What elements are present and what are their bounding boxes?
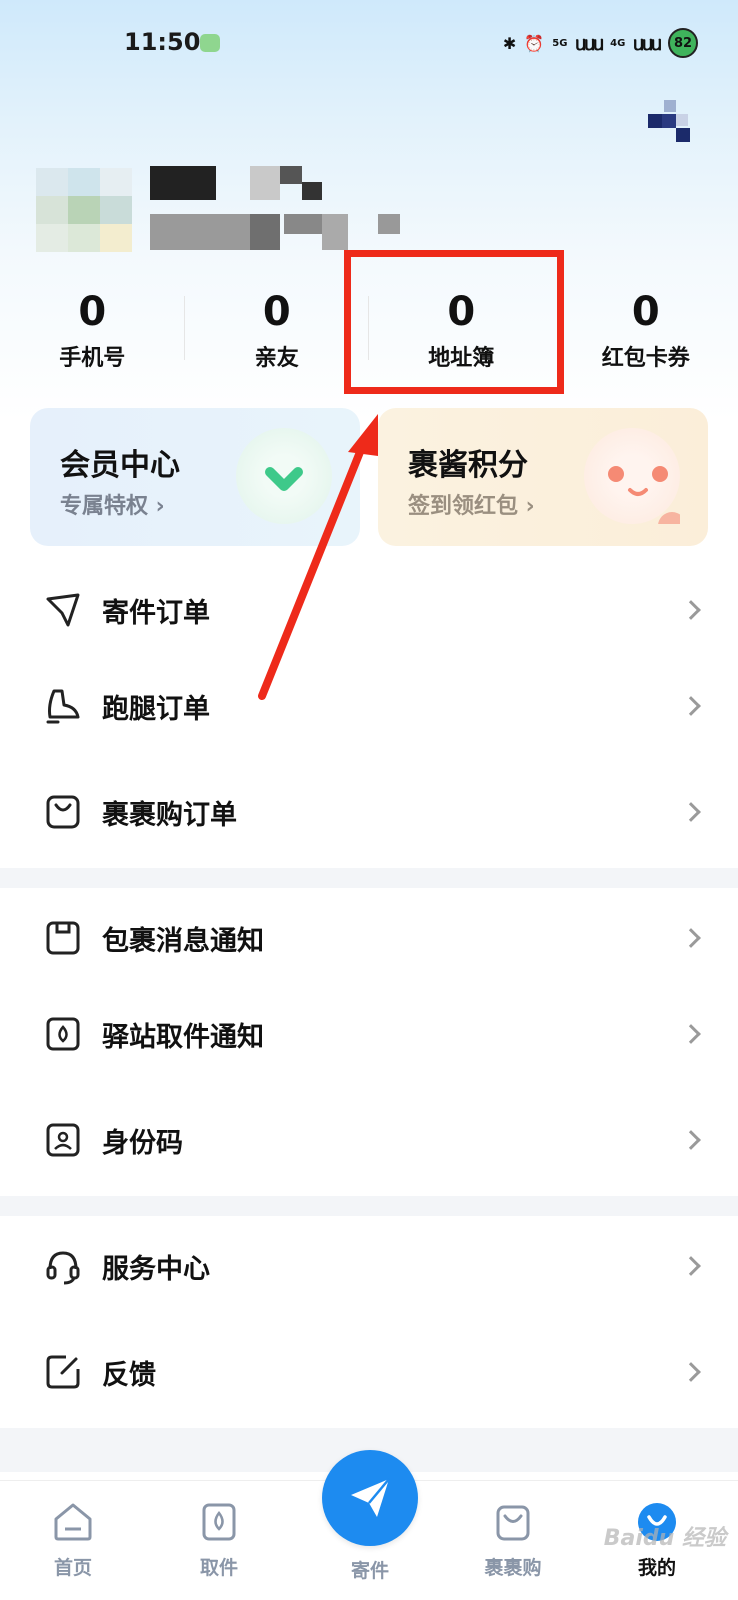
section-separator (0, 1196, 738, 1216)
menu-item-label: 身份码 (102, 1127, 183, 1159)
wechat-notification-icon (200, 34, 220, 52)
bluetooth-icon: ✱ (502, 33, 517, 53)
points-title: 裹酱积分 (408, 448, 528, 483)
chevron-right-icon (681, 600, 701, 620)
chevron-right-icon (681, 1130, 701, 1150)
stat-phone-label: 手机号 (59, 346, 126, 371)
points-card[interactable]: 裹酱积分 签到领红包 › (378, 408, 708, 546)
chevron-right-icon (681, 696, 701, 716)
annotation-highlight-box (344, 250, 564, 394)
signal-icon: ᥙᥙᥙ (575, 31, 604, 55)
user-info-blurred (150, 214, 410, 252)
paper-plane-icon (351, 1478, 390, 1517)
shoe-icon (46, 689, 80, 724)
menu-item-label: 反馈 (102, 1359, 156, 1391)
stat-phone-value: 0 (78, 289, 107, 335)
shopping-bag-icon (496, 1505, 530, 1541)
chevron-right-icon (681, 1024, 701, 1044)
status-time: 11:50 (124, 28, 201, 56)
send-icon (46, 593, 80, 627)
send-button[interactable] (322, 1450, 418, 1546)
shopping-bag-icon (46, 795, 80, 829)
signal-icon-2: ᥙᥙᥙ (633, 31, 662, 55)
stat-coupons-label: 红包卡券 (601, 346, 690, 371)
status-bar: 11:50 ✱ ⏰ 5G ᥙᥙᥙ 4G ᥙᥙᥙ 82 (0, 0, 738, 88)
watermark: Baidu 经验 (603, 1526, 726, 1551)
headset-icon (46, 1251, 80, 1285)
battery-indicator: 82 (668, 28, 698, 58)
chevron-right-icon (681, 1256, 701, 1276)
menu-item-errand-orders[interactable]: 跑腿订单 (0, 656, 738, 756)
stat-phone[interactable]: 0 手机号 (0, 280, 185, 380)
chevron-right-icon (681, 928, 701, 948)
tab-pickup-label: 取件 (199, 1557, 238, 1579)
stat-coupons-value: 0 (631, 289, 660, 335)
menu-item-label: 寄件订单 (102, 597, 210, 629)
menu-item-label: 裹裹购订单 (102, 799, 237, 831)
menu-item-station-notifications[interactable]: 驿站取件通知 (0, 984, 738, 1084)
stat-friends-value: 0 (262, 289, 291, 335)
stat-coupons[interactable]: 0 红包卡券 (554, 280, 738, 380)
menu-item-feedback[interactable]: 反馈 (0, 1322, 738, 1422)
user-name-blurred (150, 166, 330, 202)
menu-item-service-center[interactable]: 服务中心 (0, 1216, 738, 1316)
network-5g-label: 5G (552, 37, 568, 49)
stat-friends-label: 亲友 (254, 346, 299, 371)
menu-item-id-code[interactable]: 身份码 (0, 1090, 738, 1190)
tab-home[interactable]: 首页 (18, 1493, 128, 1580)
member-center-title: 会员中心 (60, 448, 180, 483)
menu-item-package-notifications[interactable]: 包裹消息通知 (0, 888, 738, 988)
stat-friends[interactable]: 0 亲友 (185, 280, 369, 380)
network-4g-label: 4G (610, 37, 626, 49)
status-icons: ✱ ⏰ 5G ᥙᥙᥙ 4G ᥙᥙᥙ 82 (503, 28, 698, 58)
chevron-right-icon (681, 802, 701, 822)
tab-pickup[interactable]: 取件 (164, 1493, 274, 1580)
member-center-card[interactable]: 会员中心 专属特权 › (30, 408, 360, 546)
points-subtitle: 签到领红包 › (408, 494, 535, 519)
menu-item-shop-orders[interactable]: 裹裹购订单 (0, 762, 738, 862)
menu-item-label: 包裹消息通知 (102, 925, 264, 957)
menu-item-label: 跑腿订单 (102, 693, 210, 725)
station-icon (46, 1017, 80, 1051)
alarm-icon: ⏰ (524, 33, 545, 53)
tab-send-label: 寄件 (350, 1560, 389, 1582)
menu-item-send-orders[interactable]: 寄件订单 (0, 560, 738, 660)
chevron-right-icon (681, 1362, 701, 1382)
package-icon (46, 921, 80, 955)
qr-code-icon[interactable] (648, 100, 700, 152)
menu-item-label: 服务中心 (102, 1253, 210, 1285)
tab-home-label: 首页 (53, 1557, 92, 1579)
smiley-mascot-icon (584, 428, 686, 540)
section-separator (0, 868, 738, 888)
tab-mine-label: 我的 (637, 1557, 676, 1579)
edit-icon (46, 1355, 80, 1389)
tab-shop-label: 裹裹购 (484, 1557, 542, 1579)
home-icon (54, 1503, 92, 1541)
pickup-icon (202, 1503, 236, 1541)
tab-shop[interactable]: 裹裹购 (458, 1493, 568, 1580)
id-code-icon (46, 1123, 80, 1157)
member-badge-icon (236, 428, 332, 524)
avatar[interactable] (36, 168, 132, 252)
menu-item-label: 驿站取件通知 (102, 1021, 264, 1053)
member-center-subtitle: 专属特权 › (60, 494, 165, 519)
